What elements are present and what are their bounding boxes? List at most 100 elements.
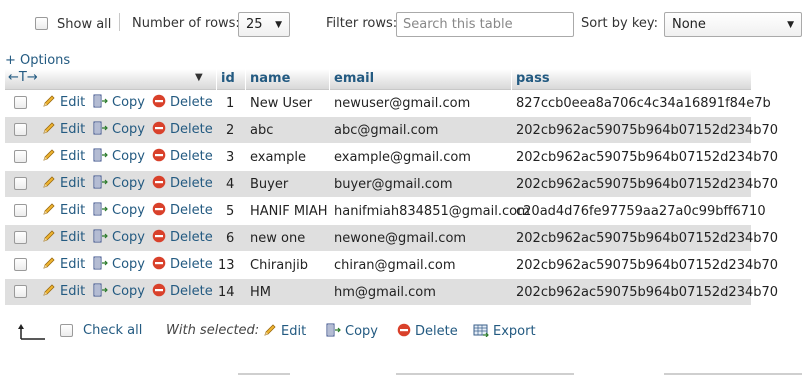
- edit-button[interactable]: Edit: [42, 121, 85, 137]
- table-row: Edit Copy Delete 14 HM hm@gmail.com 202c…: [5, 279, 778, 306]
- edit-button[interactable]: Edit: [42, 148, 85, 164]
- cell-name: abc: [250, 123, 274, 138]
- edit-button[interactable]: Edit: [42, 175, 85, 191]
- cell-name: example: [250, 150, 306, 165]
- copy-button[interactable]: Copy: [93, 175, 145, 191]
- delete-label: Delete: [170, 176, 213, 191]
- column-header-pass[interactable]: pass: [516, 71, 550, 86]
- delete-button[interactable]: Delete: [152, 175, 213, 191]
- row-checkbox[interactable]: [14, 204, 27, 217]
- edit-label: Edit: [60, 149, 86, 164]
- bulk-copy-button[interactable]: Copy: [326, 323, 378, 339]
- edit-label: Edit: [60, 284, 86, 299]
- delete-icon: [152, 121, 166, 135]
- cell-name: new one: [250, 231, 306, 246]
- copy-label: Copy: [112, 257, 145, 272]
- edit-button[interactable]: Edit: [42, 256, 85, 272]
- copy-label: Copy: [112, 176, 145, 191]
- sort-label: Sort by key:: [581, 16, 659, 31]
- cell-email: chiran@gmail.com: [334, 258, 456, 273]
- delete-button[interactable]: Delete: [152, 229, 213, 245]
- row-checkbox[interactable]: [14, 96, 27, 109]
- delete-icon: [152, 175, 166, 189]
- copy-label: Copy: [112, 95, 145, 110]
- divider: [119, 13, 120, 31]
- edit-button[interactable]: Edit: [42, 283, 85, 299]
- table-row: Edit Copy Delete 6 new one newone@gmail.…: [5, 225, 778, 252]
- row-checkbox[interactable]: [14, 123, 27, 136]
- sort-select[interactable]: None ▼: [664, 12, 802, 37]
- cell-name: HM: [250, 285, 271, 300]
- bulk-delete-label: Delete: [415, 324, 458, 339]
- delete-button[interactable]: Delete: [152, 94, 213, 110]
- bulk-edit-button[interactable]: Edit: [263, 323, 306, 339]
- column-header-name[interactable]: name: [250, 71, 290, 86]
- copy-label: Copy: [112, 284, 145, 299]
- check-all-link[interactable]: Check all: [83, 323, 142, 338]
- column-header-id[interactable]: id: [221, 71, 235, 86]
- options-link[interactable]: + Options: [5, 53, 70, 68]
- copy-button[interactable]: Copy: [93, 202, 145, 218]
- copy-button[interactable]: Copy: [93, 148, 145, 164]
- table-controls: Show all Number of rows: 25 ▼ Filter row…: [0, 0, 809, 50]
- filter-input[interactable]: [396, 12, 574, 37]
- delete-icon: [152, 283, 166, 297]
- cell-pass: 202cb962ac59075b964b07152d234b70: [516, 123, 779, 138]
- column-header-email[interactable]: email: [334, 71, 374, 86]
- cell-name: HANIF MIAH: [250, 204, 328, 219]
- delete-button[interactable]: Delete: [152, 121, 213, 137]
- show-all-checkbox[interactable]: [35, 17, 48, 30]
- cell-pass: 202cb962ac59075b964b07152d234b70: [516, 231, 779, 246]
- row-checkbox[interactable]: [14, 231, 27, 244]
- table-row: Edit Copy Delete 13 Chiranjib chiran@gma…: [5, 252, 778, 279]
- cell-pass: c20ad4d76fe97759aa27a0c99bff6710: [516, 204, 766, 219]
- pencil-icon: [43, 122, 55, 134]
- cell-email: newuser@gmail.com: [334, 96, 471, 111]
- resize-arrows-icon[interactable]: ←T→: [8, 70, 38, 85]
- edit-button[interactable]: Edit: [42, 229, 85, 245]
- copy-icon: [93, 148, 108, 162]
- row-checkbox[interactable]: [14, 285, 27, 298]
- edit-button[interactable]: Edit: [42, 202, 85, 218]
- delete-button[interactable]: Delete: [152, 148, 213, 164]
- show-all-label[interactable]: Show all: [57, 17, 111, 32]
- delete-label: Delete: [170, 95, 213, 110]
- bulk-delete-button[interactable]: Delete: [397, 323, 458, 339]
- table-row: Edit Copy Delete 2 abc abc@gmail.com 202…: [5, 117, 778, 144]
- cell-pass: 202cb962ac59075b964b07152d234b70: [516, 150, 779, 165]
- table-header: ←T→ ▼ id name email pass: [5, 69, 751, 90]
- delete-icon: [397, 323, 411, 337]
- delete-label: Delete: [170, 230, 213, 245]
- cell-email: abc@gmail.com: [334, 123, 439, 138]
- copy-icon: [93, 256, 108, 270]
- table-row: Edit Copy Delete 5 HANIF MIAH hanifmiah8…: [5, 198, 766, 225]
- table-row: Edit Copy Delete 1 New User newuser@gmai…: [5, 90, 771, 117]
- row-checkbox[interactable]: [14, 258, 27, 271]
- delete-button[interactable]: Delete: [152, 202, 213, 218]
- rows-select[interactable]: 25 ▼: [238, 12, 290, 37]
- cell-name: New User: [250, 96, 313, 111]
- copy-button[interactable]: Copy: [93, 229, 145, 245]
- bulk-copy-label: Copy: [345, 324, 378, 339]
- delete-button[interactable]: Delete: [152, 283, 213, 299]
- copy-button[interactable]: Copy: [93, 283, 145, 299]
- results-table: ←T→ ▼ id name email pass Edit Copy Delet…: [5, 69, 778, 306]
- copy-button[interactable]: Copy: [93, 256, 145, 272]
- cell-email: hm@gmail.com: [334, 285, 436, 300]
- copy-button[interactable]: Copy: [93, 121, 145, 137]
- row-checkbox[interactable]: [14, 177, 27, 190]
- copy-label: Copy: [112, 230, 145, 245]
- delete-button[interactable]: Delete: [152, 256, 213, 272]
- sort-triangle-icon[interactable]: ▼: [195, 72, 203, 83]
- check-all-checkbox[interactable]: [60, 324, 73, 337]
- pencil-icon: [264, 324, 276, 336]
- edit-button[interactable]: Edit: [42, 94, 85, 110]
- bulk-actions-bar: Check all With selected: Edit Copy Delet…: [0, 315, 809, 355]
- copy-button[interactable]: Copy: [93, 94, 145, 110]
- copy-label: Copy: [112, 203, 145, 218]
- delete-icon: [152, 94, 166, 108]
- table-row: Edit Copy Delete 4 Buyer buyer@gmail.com…: [5, 171, 778, 198]
- row-checkbox[interactable]: [14, 150, 27, 163]
- export-button[interactable]: Export: [473, 323, 536, 339]
- cell-id: 2: [226, 123, 235, 138]
